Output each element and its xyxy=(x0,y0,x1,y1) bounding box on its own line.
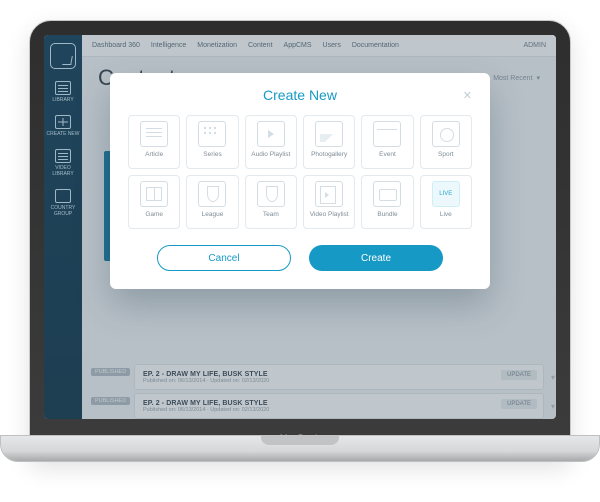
league-icon xyxy=(198,181,226,207)
modal-actions: Cancel Create xyxy=(128,241,472,271)
tile-photogallery[interactable]: Photogallery xyxy=(303,115,355,169)
tile-game[interactable]: Game xyxy=(128,175,180,229)
event-icon xyxy=(373,121,401,147)
tile-article[interactable]: Article xyxy=(128,115,180,169)
cancel-button[interactable]: Cancel xyxy=(157,245,291,271)
tile-label: Event xyxy=(379,151,396,163)
modal-overlay: Create New ✕ Article Series Audio Playli… xyxy=(44,35,556,419)
app-screen: LIBRARY CREATE NEW VIDEO LIBRARY COUNTRY… xyxy=(44,35,556,419)
tile-label: Bundle xyxy=(377,211,397,223)
tile-league[interactable]: League xyxy=(186,175,238,229)
tile-team[interactable]: Team xyxy=(245,175,297,229)
create-new-modal: Create New ✕ Article Series Audio Playli… xyxy=(110,73,490,289)
modal-title: Create New xyxy=(128,87,472,103)
tile-label: Sport xyxy=(438,151,454,163)
create-button[interactable]: Create xyxy=(309,245,443,271)
tile-label: Game xyxy=(145,211,163,223)
device-frame: LIBRARY CREATE NEW VIDEO LIBRARY COUNTRY… xyxy=(29,20,571,460)
game-icon xyxy=(140,181,168,207)
tile-video-playlist[interactable]: Video Playlist xyxy=(303,175,355,229)
tile-label: Article xyxy=(145,151,163,163)
tile-live[interactable]: Live xyxy=(420,175,472,229)
audio-playlist-icon xyxy=(257,121,285,147)
tile-label: Audio Playlist xyxy=(251,151,290,163)
photogallery-icon xyxy=(315,121,343,147)
article-icon xyxy=(140,121,168,147)
tile-label: League xyxy=(202,211,224,223)
tile-label: Photogallery xyxy=(311,151,347,163)
device-base xyxy=(0,435,600,462)
team-icon xyxy=(257,181,285,207)
bundle-icon xyxy=(373,181,401,207)
video-playlist-icon xyxy=(315,181,343,207)
trackpad-notch xyxy=(261,435,339,445)
sport-icon xyxy=(432,121,460,147)
tile-bundle[interactable]: Bundle xyxy=(361,175,413,229)
tile-audio-playlist[interactable]: Audio Playlist xyxy=(245,115,297,169)
close-icon[interactable]: ✕ xyxy=(463,89,472,102)
tile-label: Team xyxy=(263,211,279,223)
tile-label: Video Playlist xyxy=(310,211,349,223)
tile-sport[interactable]: Sport xyxy=(420,115,472,169)
tile-event[interactable]: Event xyxy=(361,115,413,169)
tile-label: Series xyxy=(203,151,221,163)
series-icon xyxy=(198,121,226,147)
tile-label: Live xyxy=(440,211,452,223)
tile-series[interactable]: Series xyxy=(186,115,238,169)
content-type-grid: Article Series Audio Playlist Photogalle… xyxy=(128,115,472,229)
live-icon xyxy=(432,181,460,207)
